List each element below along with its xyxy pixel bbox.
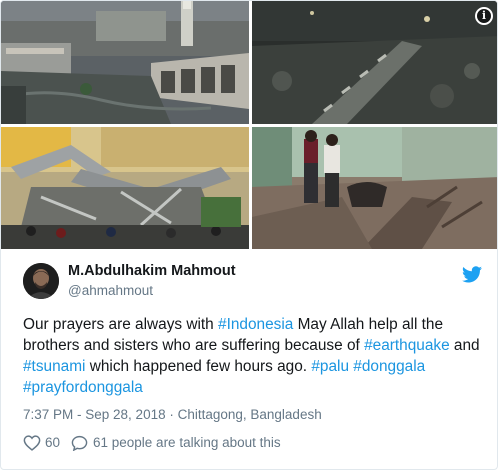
heart-icon[interactable] <box>23 435 41 451</box>
photo-flooded-mosque[interactable]: i <box>1 1 249 124</box>
photo-grid: i i <box>1 1 497 249</box>
like-count[interactable]: 60 <box>45 435 60 450</box>
author-handle[interactable]: @ahmahmout <box>68 283 153 298</box>
tweet-card: i i <box>0 0 498 470</box>
photo-damaged-bridge[interactable]: i <box>252 1 497 124</box>
hashtag-link[interactable]: #donggala <box>353 358 425 375</box>
hashtag-link[interactable]: #tsunami <box>23 358 85 375</box>
twitter-bird-icon[interactable] <box>462 266 482 283</box>
hashtag-link[interactable]: #prayfordonggala <box>23 379 143 396</box>
hashtag-link[interactable]: #palu <box>311 358 349 375</box>
avatar[interactable] <box>23 263 59 299</box>
tweet-text-segment: and <box>449 337 480 354</box>
reply-bubble-icon[interactable] <box>71 435 88 451</box>
talking-about-link[interactable]: 61 people are talking about this <box>93 435 281 450</box>
photo-collapsed-building[interactable] <box>1 127 249 249</box>
tweet-text-segment: which happened few hours ago. <box>85 358 312 375</box>
info-icon[interactable]: i <box>475 7 493 25</box>
tweet-timestamp[interactable]: 7:37 PM - Sep 28, 2018 · Chittagong, Ban… <box>23 407 322 422</box>
photo-cracked-road[interactable] <box>252 127 497 249</box>
tweet-location[interactable]: Chittagong, Bangladesh <box>178 407 322 422</box>
hashtag-link[interactable]: #earthquake <box>364 337 450 354</box>
tweet-text: Our prayers are always with #Indonesia M… <box>23 314 489 398</box>
tweet-text-segment: Our prayers are always with <box>23 316 219 333</box>
hashtag-link[interactable]: #Indonesia <box>218 316 293 333</box>
meta-separator: · <box>165 407 178 422</box>
author-display-name[interactable]: M.Abdulhakim Mahmout <box>68 263 236 279</box>
tweet-time[interactable]: 7:37 PM - Sep 28, 2018 <box>23 407 166 422</box>
